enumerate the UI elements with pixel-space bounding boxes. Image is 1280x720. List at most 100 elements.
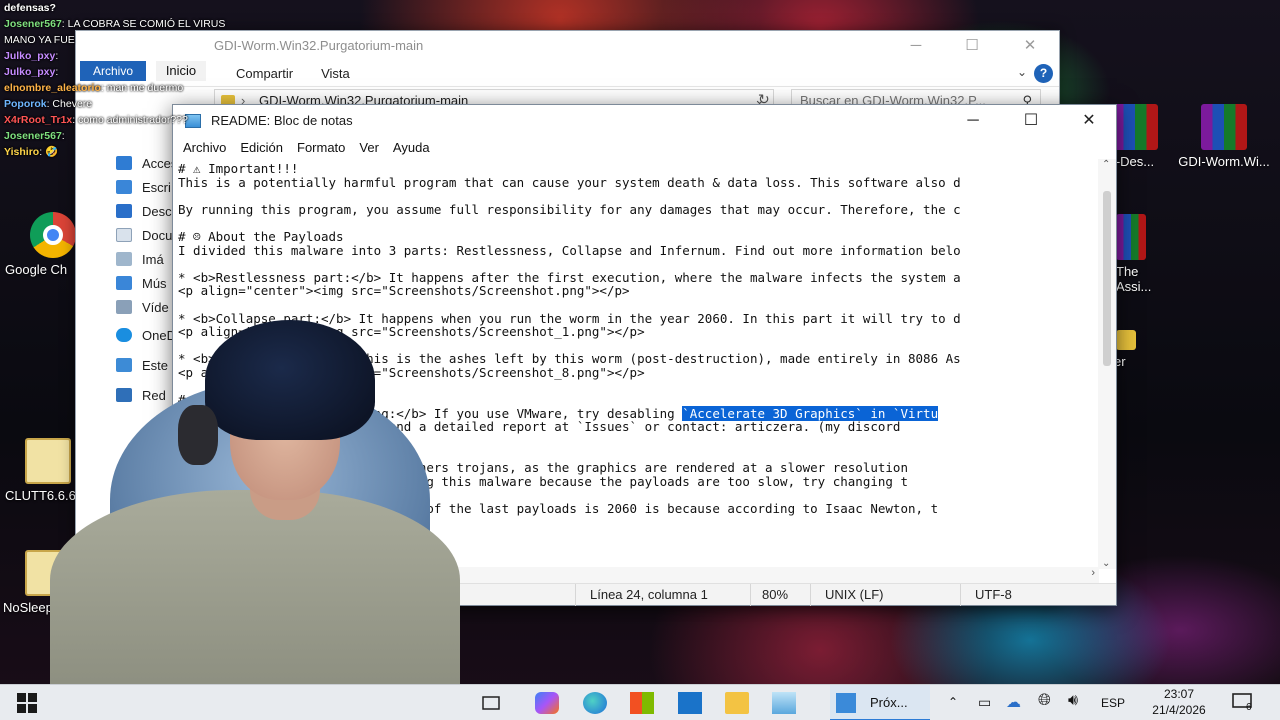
vertical-scrollbar[interactable]: ⌃ ⌄ (1098, 159, 1116, 569)
desktop-icon (116, 180, 132, 194)
chat-username: Yishiro (4, 146, 40, 158)
chat-text: : 🤣 (39, 146, 59, 158)
chat-username: Julko_pxy (4, 66, 56, 78)
notifications-button[interactable]: 6 (1232, 693, 1254, 720)
text-line-content: I divided this malware into 3 parts: Res… (178, 242, 961, 258)
chrome-icon (30, 212, 76, 258)
nav-item-downloads[interactable]: Desc (76, 199, 186, 223)
volume-icon[interactable]: 🔊︎ (1068, 692, 1078, 720)
onedrive-icon[interactable]: ☁ (1006, 693, 1021, 720)
chat-username: Julko_pxy (4, 50, 56, 62)
scroll-right-icon[interactable]: › (1091, 567, 1095, 579)
chat-message: Julko_pxy: (0, 48, 230, 64)
text-line: I divided this malware into 3 parts: Res… (178, 242, 961, 258)
scroll-up-icon[interactable]: ⌃ (1102, 159, 1110, 170)
explorer-title: GDI-Worm.Win32.Purgatorium-main (214, 38, 424, 53)
notepad-titlebar[interactable]: README: Bloc de notas ─ ☐ ✕ (173, 105, 1116, 137)
menu-ver[interactable]: Ver (352, 137, 386, 159)
close-button[interactable]: ✕ (1060, 105, 1118, 137)
minimize-button[interactable]: ─ (893, 31, 939, 61)
scroll-down-icon[interactable]: ⌄ (1102, 558, 1110, 569)
text-line-content: This is a potentially harmful program th… (178, 174, 961, 190)
task-view-icon[interactable] (480, 692, 504, 714)
winrar-icon (1201, 104, 1247, 150)
maximize-button[interactable]: ☐ (1002, 105, 1060, 137)
clock-time: 23:07 (1163, 687, 1195, 701)
nav-item-images[interactable]: Imá (76, 247, 186, 271)
mail-icon[interactable] (678, 692, 702, 714)
chat-text: : como administrador??? (72, 114, 188, 126)
chat-message: X4rRoot_Tr1x: como administrador??? (0, 112, 230, 128)
store-icon[interactable] (630, 692, 654, 714)
nav-item-desktop[interactable]: Escri (76, 175, 186, 199)
folder-icon[interactable] (725, 692, 749, 714)
text-line-content: <p align="center"><img src="Screenshots/… (178, 283, 630, 299)
encoding: UTF-8 (975, 587, 1012, 602)
chat-message: elnombre_aleatorio: man me duermo (0, 80, 230, 96)
download-icon (116, 204, 132, 218)
notepad-taskbar-icon[interactable] (772, 692, 796, 714)
nav-item-documents[interactable]: Docu (76, 223, 186, 247)
chat-message: Julko_pxy: (0, 64, 230, 80)
scrollbar-thumb[interactable] (1103, 191, 1111, 366)
zoom-level: 80% (762, 587, 789, 602)
minimize-button[interactable]: ─ (944, 105, 1002, 137)
music-icon (116, 276, 132, 290)
nav-item-music[interactable]: Mús (76, 271, 186, 295)
winrar-icon (1112, 104, 1158, 150)
help-icon[interactable]: ? (1034, 64, 1053, 83)
chevron-down-icon[interactable]: ⌄ (1017, 65, 1027, 79)
start-button[interactable] (16, 692, 40, 714)
taskbar-running-app[interactable]: Próx... (830, 685, 930, 720)
menu-ayuda[interactable]: Ayuda (386, 137, 437, 159)
windows-icon (17, 693, 37, 713)
chat-username: defensas? (4, 2, 56, 14)
menu-formato[interactable]: Formato (290, 137, 352, 159)
notification-count: 6 (1246, 702, 1252, 713)
desktop-icon-gdi-worm[interactable]: GDI-Worm.Wi... (1170, 104, 1278, 169)
edge-icon[interactable] (583, 692, 607, 714)
chat-message: Poporok: Chevere (0, 96, 230, 112)
language-indicator[interactable]: ESP (1101, 696, 1125, 720)
webcam-overlay (40, 310, 470, 690)
chat-text: : (55, 50, 59, 62)
chat-text: : (61, 130, 65, 142)
chat-username: elnombre_aleatorio (4, 82, 101, 94)
chat-username: X4rRoot_Tr1x (4, 114, 73, 126)
text-line-content: By running this program, you assume full… (178, 201, 961, 217)
chat-text: : (55, 66, 59, 78)
status-divider (575, 584, 576, 606)
notepad-title: README: Bloc de notas (211, 113, 353, 128)
menu-edicion[interactable]: Edición (233, 137, 290, 159)
chat-message: Josener567: LA COBRA SE COMIÓ EL VIRUS M… (0, 16, 230, 48)
status-divider (750, 584, 751, 606)
notepad-menubar: Archivo Edición Formato Ver Ayuda (173, 137, 1116, 159)
line-ending: UNIX (LF) (825, 587, 884, 602)
status-divider (810, 584, 811, 606)
maximize-button[interactable]: ☐ (949, 31, 995, 61)
image-icon (116, 252, 132, 266)
taskbar: Próx... ⌃ ▭ ☁ 🌐︎ 🔊︎ ESP 23:07 21/4/2026 … (0, 684, 1280, 720)
status-divider (960, 584, 961, 606)
ribbon-tab-vista[interactable]: Vista (307, 61, 364, 87)
text-line: This is a potentially harmful program th… (178, 174, 961, 190)
show-hidden-icons[interactable]: ⌃ (948, 695, 958, 720)
cursor-position: Línea 24, columna 1 (590, 587, 708, 602)
chat-username: Josener567 (4, 18, 62, 30)
folder-icon (1116, 330, 1136, 350)
copilot-icon[interactable] (535, 692, 559, 714)
device-icon[interactable]: ▭ (978, 694, 991, 720)
close-button[interactable]: ✕ (1007, 31, 1053, 61)
globe-icon[interactable]: 🌐︎ (1038, 692, 1051, 720)
streamer-hair (205, 320, 375, 440)
clock[interactable]: 23:07 21/4/2026 (1144, 686, 1214, 720)
chat-message: Yishiro: 🤣 (0, 144, 230, 160)
chat-text: : man me duermo (100, 82, 184, 94)
document-icon (116, 228, 132, 242)
text-line: By running this program, you assume full… (178, 201, 961, 217)
chat-username: Josener567 (4, 130, 62, 142)
winrar-icon (1116, 214, 1146, 260)
chat-username: Poporok (4, 98, 47, 110)
chat-message: Josener567: (0, 128, 230, 144)
desktop-icon-label: GDI-Worm.Wi... (1178, 154, 1270, 169)
